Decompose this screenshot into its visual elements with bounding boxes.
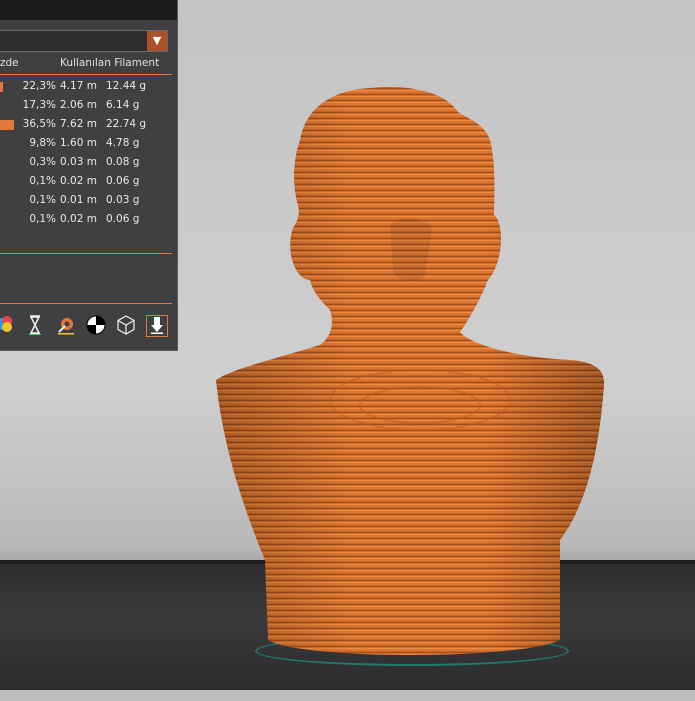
length-cell: 7.62 m bbox=[60, 118, 97, 130]
percent-cell: 9,8% bbox=[29, 137, 56, 149]
extruder-color-swatch bbox=[0, 120, 14, 130]
weight-cell: 0.03 g bbox=[106, 194, 140, 206]
weight-cell: 22.74 g bbox=[106, 118, 147, 130]
table-row: 0,1% 0.01 m 0.03 g bbox=[0, 192, 177, 210]
view-mode-dropdown[interactable]: ▼ bbox=[0, 30, 168, 52]
weight-cell: 6.14 g bbox=[106, 99, 140, 111]
table-row: 0,3% 0.03 m 0.08 g bbox=[0, 154, 177, 172]
color-wheel-icon[interactable] bbox=[0, 315, 16, 337]
percent-cell: 17,3% bbox=[22, 99, 56, 111]
percent-cell: 36,5% bbox=[22, 118, 56, 130]
percent-cell: 0,3% bbox=[29, 156, 56, 168]
table-row: 17,3% 2.06 m 6.14 g bbox=[0, 97, 177, 115]
column-header-percent: zde bbox=[0, 57, 19, 69]
hourglass-icon[interactable] bbox=[24, 315, 46, 337]
settings-gear-icon[interactable] bbox=[55, 315, 77, 337]
table-row: 36,5% 7.62 m 22.74 g bbox=[0, 116, 177, 134]
weight-cell: 12.44 g bbox=[106, 80, 147, 92]
length-cell: 0.01 m bbox=[60, 194, 97, 206]
percent-cell: 0,1% bbox=[29, 213, 56, 225]
length-cell: 0.02 m bbox=[60, 213, 97, 225]
cube-wireframe-icon[interactable] bbox=[115, 315, 137, 337]
header-divider bbox=[0, 74, 172, 75]
table-row: 22,3% 4.17 m 12.44 g bbox=[0, 78, 177, 96]
section-divider bbox=[0, 253, 172, 254]
center-target-icon[interactable] bbox=[85, 315, 107, 337]
chevron-down-icon[interactable]: ▼ bbox=[147, 31, 167, 51]
percent-cell: 0,1% bbox=[29, 175, 56, 187]
section-divider bbox=[0, 303, 172, 304]
table-row: 0,1% 0.02 m 0.06 g bbox=[0, 173, 177, 191]
panel-title-bar bbox=[0, 0, 177, 20]
filament-usage-panel: ▼ zde Kullanılan Filament 22,3% 4.17 m 12.… bbox=[0, 0, 178, 351]
length-cell: 0.03 m bbox=[60, 156, 97, 168]
weight-cell: 0.06 g bbox=[106, 175, 140, 187]
length-cell: 4.17 m bbox=[60, 80, 97, 92]
length-cell: 1.60 m bbox=[60, 137, 97, 149]
weight-cell: 0.08 g bbox=[106, 156, 140, 168]
length-cell: 0.02 m bbox=[60, 175, 97, 187]
view-toolbar bbox=[0, 313, 177, 339]
length-cell: 2.06 m bbox=[60, 99, 97, 111]
export-arrow-icon[interactable] bbox=[146, 315, 168, 337]
column-header-used-filament: Kullanılan Filament bbox=[60, 57, 160, 69]
percent-cell: 22,3% bbox=[22, 80, 56, 92]
weight-cell: 0.06 g bbox=[106, 213, 140, 225]
weight-cell: 4.78 g bbox=[106, 137, 140, 149]
percent-cell: 0,1% bbox=[29, 194, 56, 206]
extruder-color-swatch bbox=[0, 82, 3, 92]
bust-shape bbox=[216, 87, 605, 655]
table-row: 0,1% 0.02 m 0.06 g bbox=[0, 211, 177, 229]
table-row: 9,8% 1.60 m 4.78 g bbox=[0, 135, 177, 153]
